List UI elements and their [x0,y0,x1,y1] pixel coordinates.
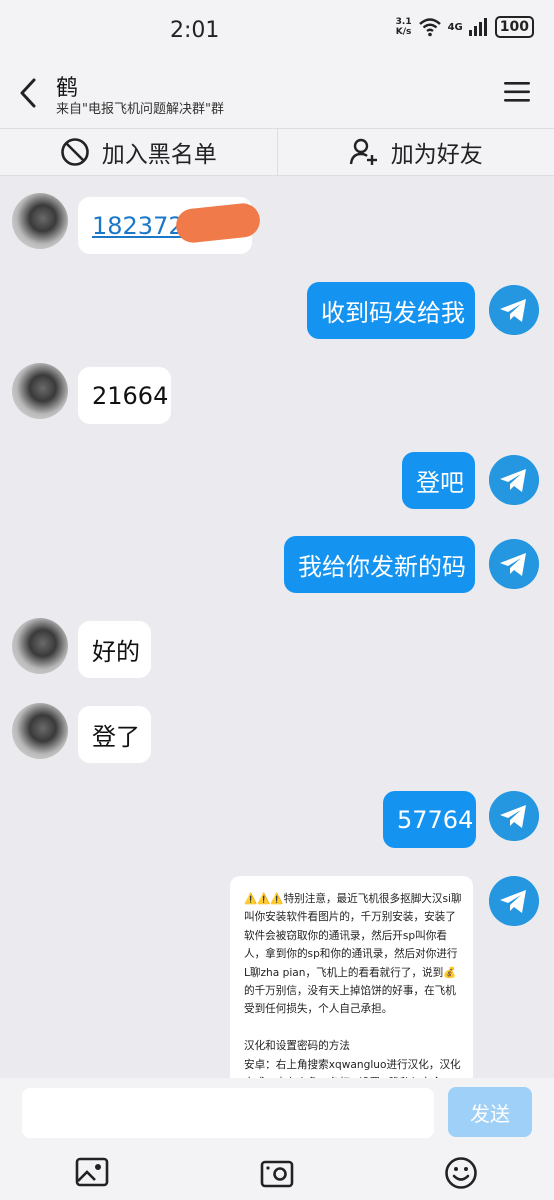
message-text: 登吧 [416,469,464,497]
message-input[interactable] [22,1088,434,1138]
action-bar: 加入黑名单 加为好友 [0,128,554,176]
add-friend-button[interactable]: 加为好友 [278,129,554,175]
message-bubble-incoming[interactable]: 登了 [78,706,151,763]
status-time: 2:01 [170,18,220,43]
avatar[interactable] [12,618,68,674]
telegram-icon[interactable] [489,876,539,926]
avatar[interactable] [12,363,68,419]
status-indicators: 3.1 K/s 4G 100 [396,16,534,38]
emoji-icon[interactable] [444,1156,478,1190]
blacklist-label: 加入黑名单 [101,142,217,168]
send-button[interactable]: 发送 [448,1087,532,1137]
message-text: 我给你发新的码 [298,553,466,581]
telegram-icon[interactable] [489,539,539,589]
status-bar: 2:01 3.1 K/s 4G 100 [0,0,554,62]
message-bubble-outgoing[interactable]: 57764 [383,791,476,848]
menu-icon[interactable] [504,80,530,104]
back-icon[interactable] [14,76,44,110]
message-text: 好的 [92,638,140,666]
message-bubble-incoming[interactable]: 21664 [78,367,171,424]
blacklist-button[interactable]: 加入黑名单 [0,129,277,175]
message-bubble-outgoing[interactable]: 登吧 [402,452,475,509]
notice-message[interactable]: ⚠️⚠️⚠️特别注意，最近飞机很多抠脚大汉si聊叫你安装软件看图片的，千万别安装… [230,876,473,1086]
signal-icon [468,18,487,36]
input-bar: 发送 [0,1078,554,1200]
block-icon [60,138,89,166]
message-bubble-outgoing[interactable]: 收到码发给我 [307,282,475,339]
telegram-icon[interactable] [489,285,539,335]
add-friend-label: 加为好友 [390,142,483,168]
image-icon[interactable] [75,1156,109,1190]
battery-indicator: 100 [494,16,534,38]
telegram-icon[interactable] [489,455,539,505]
telegram-icon[interactable] [489,791,539,841]
message-text: 登了 [92,723,140,751]
message-bubble-outgoing[interactable]: 我给你发新的码 [284,536,475,593]
camera-icon[interactable] [260,1156,294,1190]
network-speed: 3.1 K/s [395,17,412,37]
message-text: 21664 [92,381,169,410]
add-friend-icon [349,138,377,165]
avatar[interactable] [12,703,68,759]
chat-subtitle: 来自"电报飞机问题解决群"群 [56,102,224,117]
avatar[interactable] [12,193,68,249]
wifi-icon [418,18,441,37]
message-text: 收到码发给我 [321,299,465,327]
message-text: 57764 [397,805,474,834]
message-bubble-incoming[interactable]: 好的 [78,621,151,678]
network-type: 4G [447,21,463,33]
chat-header: 鹤 来自"电报飞机问题解决群"群 [0,62,554,128]
